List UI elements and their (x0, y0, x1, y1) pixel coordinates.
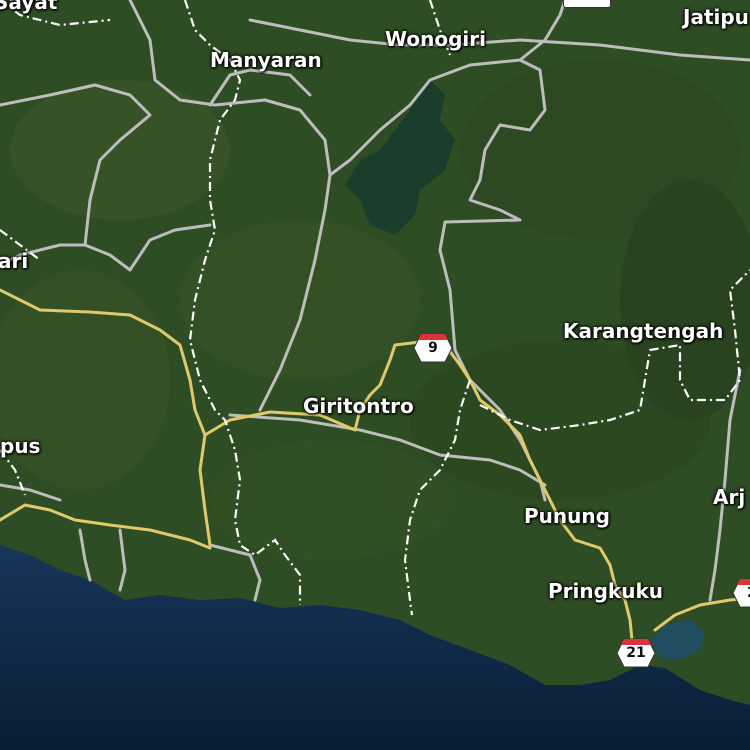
route-shield-2x[interactable]: 2 (732, 578, 750, 608)
map-canvas[interactable]: Sayat Manyaran Wonogiri Jatipu ari Karan… (0, 0, 750, 750)
place-label-pringkuku: Pringkuku (548, 579, 664, 603)
place-label-pus: pus (0, 434, 41, 458)
route-number: 9 (428, 340, 438, 356)
place-label-jatipu: Jatipu (683, 5, 749, 29)
route-shield-9[interactable]: 9 (413, 333, 453, 363)
place-label-sayat: Sayat (0, 0, 58, 14)
place-label-ari: ari (0, 249, 29, 273)
place-label-karangtengah: Karangtengah (563, 319, 724, 343)
place-label-arj: Arj (713, 485, 746, 509)
place-label-punung: Punung (524, 504, 610, 528)
place-label-wonogiri: Wonogiri (385, 27, 486, 51)
place-label-giritontro: Giritontro (303, 394, 414, 418)
place-label-manyaran: Manyaran (210, 48, 322, 72)
route-shield-partial (563, 0, 611, 8)
route-shield-21[interactable]: 21 (616, 638, 656, 668)
route-number: 21 (626, 645, 646, 661)
route-number: 2 (732, 585, 750, 601)
